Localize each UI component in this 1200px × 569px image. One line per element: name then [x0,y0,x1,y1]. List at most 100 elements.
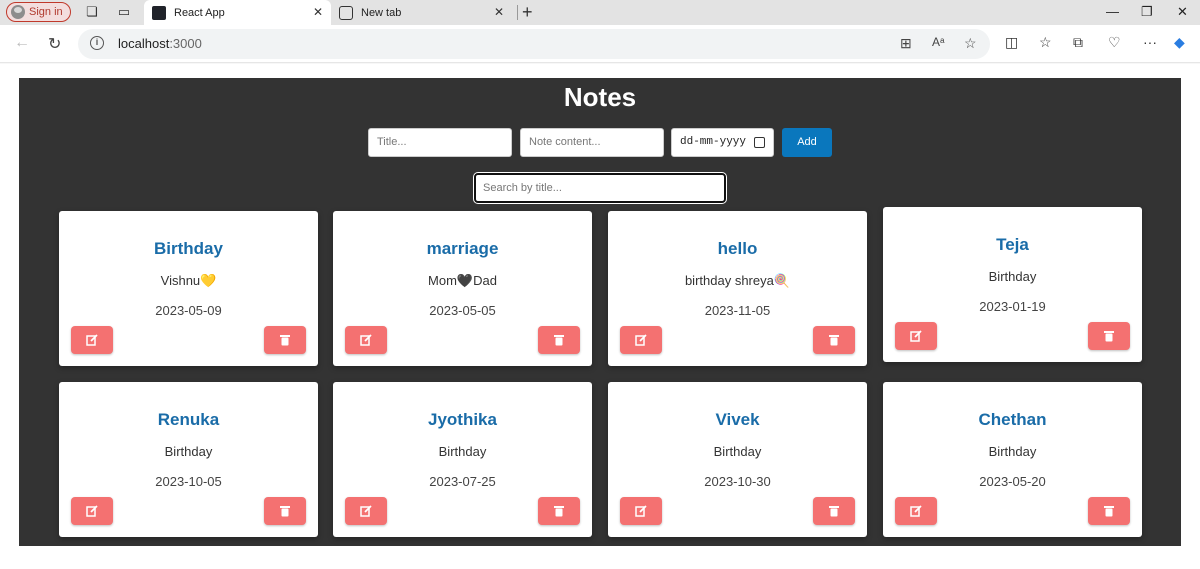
edit-icon [910,505,922,517]
note-content: Birthday [164,444,213,459]
note-card: Birthday Vishnu💛 2023-05-09 [59,211,318,366]
react-logo-icon [152,5,166,20]
url-text: localhost:3000 [118,36,202,51]
edit-icon [86,505,98,517]
note-date: 2023-05-09 [155,303,222,318]
tab-actions-icon[interactable]: ▭ [116,4,132,20]
note-title: Jyothika [428,410,497,429]
title-input[interactable]: Title... [368,128,512,157]
edit-icon [910,330,922,342]
back-arrow-icon[interactable]: ← [14,34,30,52]
trash-icon [1104,331,1114,342]
note-card: marriage Mom🖤Dad 2023-05-05 [333,211,592,366]
page-title: Notes [563,82,637,112]
copilot-icon[interactable]: ◆ [1174,34,1185,51]
edit-icon [635,334,647,346]
delete-button[interactable] [264,326,306,354]
sign-in-button[interactable]: Sign in [6,2,71,22]
note-date: 2023-05-05 [429,303,496,318]
browser-essentials-icon[interactable]: ♡ [1108,34,1121,51]
close-tab-icon[interactable]: ✕ [494,5,504,19]
note-date: 2023-11-05 [704,303,771,318]
trash-icon [280,506,290,517]
edit-button[interactable] [620,326,662,354]
calendar-icon[interactable] [754,137,765,148]
note-title: Birthday [154,239,223,258]
trash-icon [1104,506,1114,517]
delete-button[interactable] [538,326,580,354]
edit-button[interactable] [620,497,662,525]
minimize-icon[interactable]: — [1106,4,1119,19]
edit-button[interactable] [71,326,113,354]
note-date: 2023-07-25 [429,474,496,489]
edit-button[interactable] [345,326,387,354]
note-title: marriage [426,239,499,258]
note-date: 2023-10-05 [155,474,222,489]
trash-icon [554,506,564,517]
edit-button[interactable] [345,497,387,525]
note-title: hello [717,239,758,258]
note-content: Birthday [713,444,762,459]
content-input[interactable]: Note content... [520,128,664,157]
edit-button[interactable] [895,322,937,350]
note-title: Teja [996,235,1029,254]
more-options-icon[interactable]: ··· [1143,34,1157,50]
note-content: Birthday [438,444,487,459]
add-button[interactable]: Add [782,128,832,157]
delete-button[interactable] [813,326,855,354]
delete-button[interactable] [1088,322,1130,350]
page-viewport: Notes Title... Note content... dd-mm-yyy… [0,64,1200,569]
address-bar[interactable]: i localhost:3000 ⊞ A͏ᵃ ☆ [78,29,990,59]
close-window-icon[interactable]: ✕ [1177,4,1188,20]
edit-icon [360,505,372,517]
trash-icon [280,335,290,346]
note-date: 2023-05-20 [979,474,1046,489]
browser-tab-strip: Sign in ❏ ▭ React App ✕ New tab ✕ + — ❐ … [0,0,1200,25]
close-tab-icon[interactable]: ✕ [313,5,323,19]
trash-icon [829,335,839,346]
profile-avatar-icon [11,5,25,19]
tab-label: React App [174,6,225,19]
edit-button[interactable] [895,497,937,525]
site-info-icon[interactable]: i [90,36,104,50]
refresh-icon[interactable]: ↻ [48,34,61,54]
delete-button[interactable] [813,497,855,525]
delete-button[interactable] [264,497,306,525]
tab-react-app[interactable]: React App ✕ [144,0,331,25]
tab-new-tab[interactable]: New tab ✕ [331,0,518,25]
note-title: Renuka [157,410,220,429]
favorites-icon[interactable]: ☆ [1039,34,1052,51]
trash-icon [554,335,564,346]
new-tab-plus-icon[interactable]: + [522,2,533,23]
apps-icon[interactable]: ⊞ [900,35,912,52]
sign-in-label: Sign in [29,6,63,18]
note-card: Vivek Birthday 2023-10-30 [608,382,867,537]
read-aloud-icon[interactable]: A͏ᵃ [932,35,944,49]
note-title: Chethan [978,410,1047,429]
note-content: Mom🖤Dad [428,273,497,288]
collections-icon[interactable]: ⧉ [1073,34,1083,51]
edit-icon [635,505,647,517]
note-card: Renuka Birthday 2023-10-05 [59,382,318,537]
new-tab-page-icon [339,5,353,20]
workspaces-icon[interactable]: ❏ [84,4,100,20]
address-toolbar: ← ↻ i localhost:3000 ⊞ A͏ᵃ ☆ [0,25,1200,63]
favorite-star-icon[interactable]: ☆ [964,35,977,52]
note-date: 2023-01-19 [979,299,1046,314]
delete-button[interactable] [538,497,580,525]
trash-icon [829,506,839,517]
tab-label: New tab [361,6,402,19]
edit-icon [360,334,372,346]
note-content: Vishnu💛 [160,273,217,288]
delete-button[interactable] [1088,497,1130,525]
note-card: hello birthday shreya🍭 2023-11-05 [608,211,867,366]
notes-app: Notes Title... Note content... dd-mm-yyy… [19,78,1181,546]
restore-icon[interactable]: ❐ [1141,4,1153,20]
date-input[interactable]: dd-mm-yyyy [671,128,774,157]
split-screen-icon[interactable]: ◫ [1005,34,1018,51]
note-content: Birthday [988,444,1037,459]
edit-button[interactable] [71,497,113,525]
note-content: Birthday [988,269,1037,284]
search-input[interactable]: Search by title... [474,173,726,203]
note-card: Jyothika Birthday 2023-07-25 [333,382,592,537]
